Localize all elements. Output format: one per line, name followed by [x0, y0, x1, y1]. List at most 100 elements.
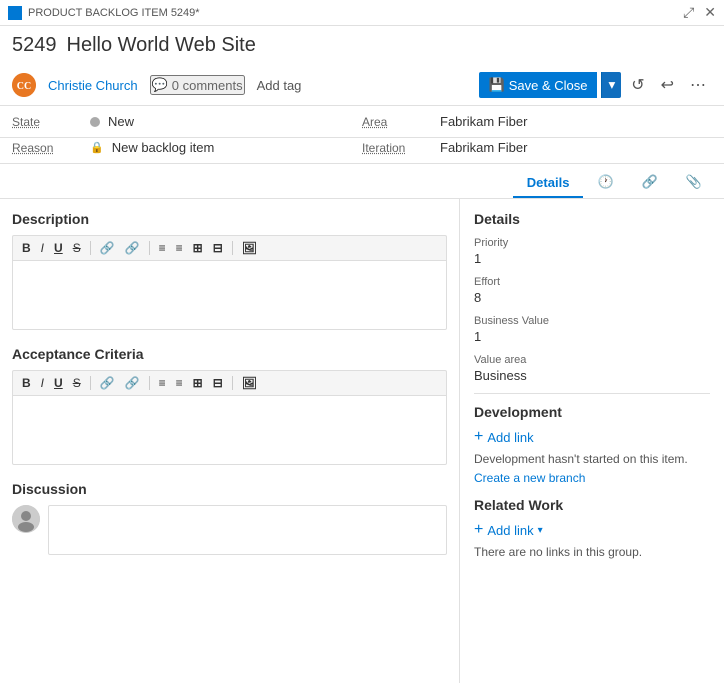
desc-italic-btn[interactable]: I	[38, 240, 47, 256]
description-section: Description B I U S 🔗 🔗 ≡ ≡ ⊞ ⊟ 🖼	[12, 211, 447, 330]
development-add-link-label: Add link	[487, 430, 533, 445]
main-header: 5249 Hello World Web Site	[0, 26, 724, 67]
svg-text:CC: CC	[17, 81, 31, 92]
desc-outdent-btn[interactable]: ⊟	[210, 240, 226, 256]
acceptance-criteria-title: Acceptance Criteria	[12, 346, 447, 362]
tab-links[interactable]: 🔗	[628, 168, 672, 198]
more-options-button[interactable]: ⋯	[684, 71, 712, 99]
tab-history[interactable]: 🕐	[583, 168, 627, 198]
acc-strike-btn[interactable]: S	[70, 375, 84, 391]
iteration-col: Iteration Fabrikam Fiber	[362, 140, 712, 155]
save-close-dropdown-button[interactable]: ▾	[601, 72, 621, 98]
state-dot	[90, 117, 100, 127]
effort-value[interactable]: 8	[474, 290, 710, 305]
area-value[interactable]: Fabrikam Fiber	[440, 114, 527, 129]
state-value[interactable]: New	[108, 114, 134, 129]
priority-value[interactable]: 1	[474, 251, 710, 266]
value-area-value[interactable]: Business	[474, 368, 710, 383]
acc-outdent-btn[interactable]: ⊟	[210, 375, 226, 391]
toolbar-sep-1	[90, 241, 91, 255]
acc-bold-btn[interactable]: B	[19, 375, 34, 391]
expand-icon[interactable]: ⤢	[683, 4, 694, 21]
value-area-field: Value area Business	[474, 354, 710, 383]
desc-image-btn[interactable]: 🖼	[239, 240, 260, 256]
acc-indent-btn[interactable]: ⊞	[190, 375, 206, 391]
title-bar-label: PRODUCT BACKLOG ITEM 5249*	[28, 7, 200, 19]
description-toolbar: B I U S 🔗 🔗 ≡ ≡ ⊞ ⊟ 🖼	[12, 235, 447, 260]
comments-button[interactable]: 💬 0 comments	[150, 75, 245, 95]
reason-value[interactable]: New backlog item	[112, 140, 215, 155]
desc-link2-btn[interactable]: 🔗	[122, 240, 143, 256]
description-editor[interactable]	[12, 260, 447, 330]
reason-label: Reason	[12, 141, 82, 155]
meta-row: State New Area Fabrikam Fiber	[0, 106, 724, 138]
create-branch-link[interactable]: Create a new branch	[474, 471, 585, 485]
business-value-value[interactable]: 1	[474, 329, 710, 344]
details-heading: Details	[474, 211, 710, 227]
product-backlog-icon	[8, 6, 22, 20]
add-tag-button[interactable]: Add tag	[257, 78, 302, 93]
undo-button[interactable]: ↩	[655, 71, 680, 99]
discussion-avatar	[12, 505, 40, 533]
value-area-label: Value area	[474, 354, 710, 366]
save-close-button[interactable]: 💾 Save & Close	[479, 72, 598, 98]
desc-underline-btn[interactable]: U	[51, 240, 66, 256]
tabs-row: Details 🕐 🔗 📎	[0, 164, 724, 199]
right-panel: Details Priority 1 Effort 8 Business Val…	[460, 199, 724, 683]
chevron-down-icon: ▾	[538, 525, 543, 536]
acc-underline-btn[interactable]: U	[51, 375, 66, 391]
iteration-label: Iteration	[362, 141, 432, 155]
state-label: State	[12, 115, 82, 129]
content-area: Description B I U S 🔗 🔗 ≡ ≡ ⊞ ⊟ 🖼 Accep	[0, 199, 724, 683]
desc-ol-btn[interactable]: ≡	[173, 240, 186, 256]
acc-ul-btn[interactable]: ≡	[156, 375, 169, 391]
desc-ul-btn[interactable]: ≡	[156, 240, 169, 256]
acc-ol-btn[interactable]: ≡	[173, 375, 186, 391]
links-icon: 🔗	[642, 174, 658, 190]
tab-details[interactable]: Details	[513, 169, 584, 198]
desc-link-btn[interactable]: 🔗	[97, 240, 118, 256]
acc-sep-2	[149, 376, 150, 390]
related-work-add-link-label: Add link	[487, 523, 533, 538]
lock-icon: 🔒	[90, 141, 104, 154]
item-title: Hello World Web Site	[67, 34, 256, 57]
description-title: Description	[12, 211, 447, 227]
desc-bold-btn[interactable]: B	[19, 240, 34, 256]
acc-link2-btn[interactable]: 🔗	[122, 375, 143, 391]
divider-1	[474, 393, 710, 394]
acc-link-btn[interactable]: 🔗	[97, 375, 118, 391]
development-add-link-button[interactable]: + Add link	[474, 428, 534, 446]
priority-field: Priority 1	[474, 237, 710, 266]
development-description: Development hasn't started on this item.	[474, 452, 710, 466]
acc-italic-btn[interactable]: I	[38, 375, 47, 391]
desc-strike-btn[interactable]: S	[70, 240, 84, 256]
tab-attachments[interactable]: 📎	[672, 168, 716, 198]
area-col: Area Fabrikam Fiber	[362, 114, 712, 129]
related-work-heading: Related Work	[474, 497, 710, 513]
title-bar: PRODUCT BACKLOG ITEM 5249* ⤢ ✕	[0, 0, 724, 26]
discussion-section: Discussion	[12, 481, 447, 555]
user-action-row: CC Christie Church 💬 0 comments Add tag …	[0, 67, 724, 106]
discussion-input[interactable]	[48, 505, 447, 555]
state-col: State New	[12, 114, 362, 129]
toolbar-sep-2	[149, 241, 150, 255]
no-links-text: There are no links in this group.	[474, 545, 710, 559]
acceptance-criteria-editor[interactable]	[12, 395, 447, 465]
iteration-value[interactable]: Fabrikam Fiber	[440, 140, 527, 155]
avatar: CC	[12, 73, 36, 97]
user-name[interactable]: Christie Church	[48, 78, 138, 93]
close-icon[interactable]: ✕	[704, 4, 716, 21]
save-close-label: Save & Close	[509, 78, 588, 93]
meta-row-2: Reason 🔒 New backlog item Iteration Fabr…	[0, 138, 724, 164]
effort-field: Effort 8	[474, 276, 710, 305]
related-work-add-link-button[interactable]: + Add link ▾	[474, 521, 543, 539]
effort-label: Effort	[474, 276, 710, 288]
refresh-button[interactable]: ↺	[625, 71, 650, 99]
acceptance-toolbar: B I U S 🔗 🔗 ≡ ≡ ⊞ ⊟ 🖼	[12, 370, 447, 395]
priority-label: Priority	[474, 237, 710, 249]
discussion-title: Discussion	[12, 481, 447, 497]
reason-col: Reason 🔒 New backlog item	[12, 140, 362, 155]
desc-indent-btn[interactable]: ⊞	[190, 240, 206, 256]
acc-sep-3	[232, 376, 233, 390]
acc-image-btn[interactable]: 🖼	[239, 375, 260, 391]
